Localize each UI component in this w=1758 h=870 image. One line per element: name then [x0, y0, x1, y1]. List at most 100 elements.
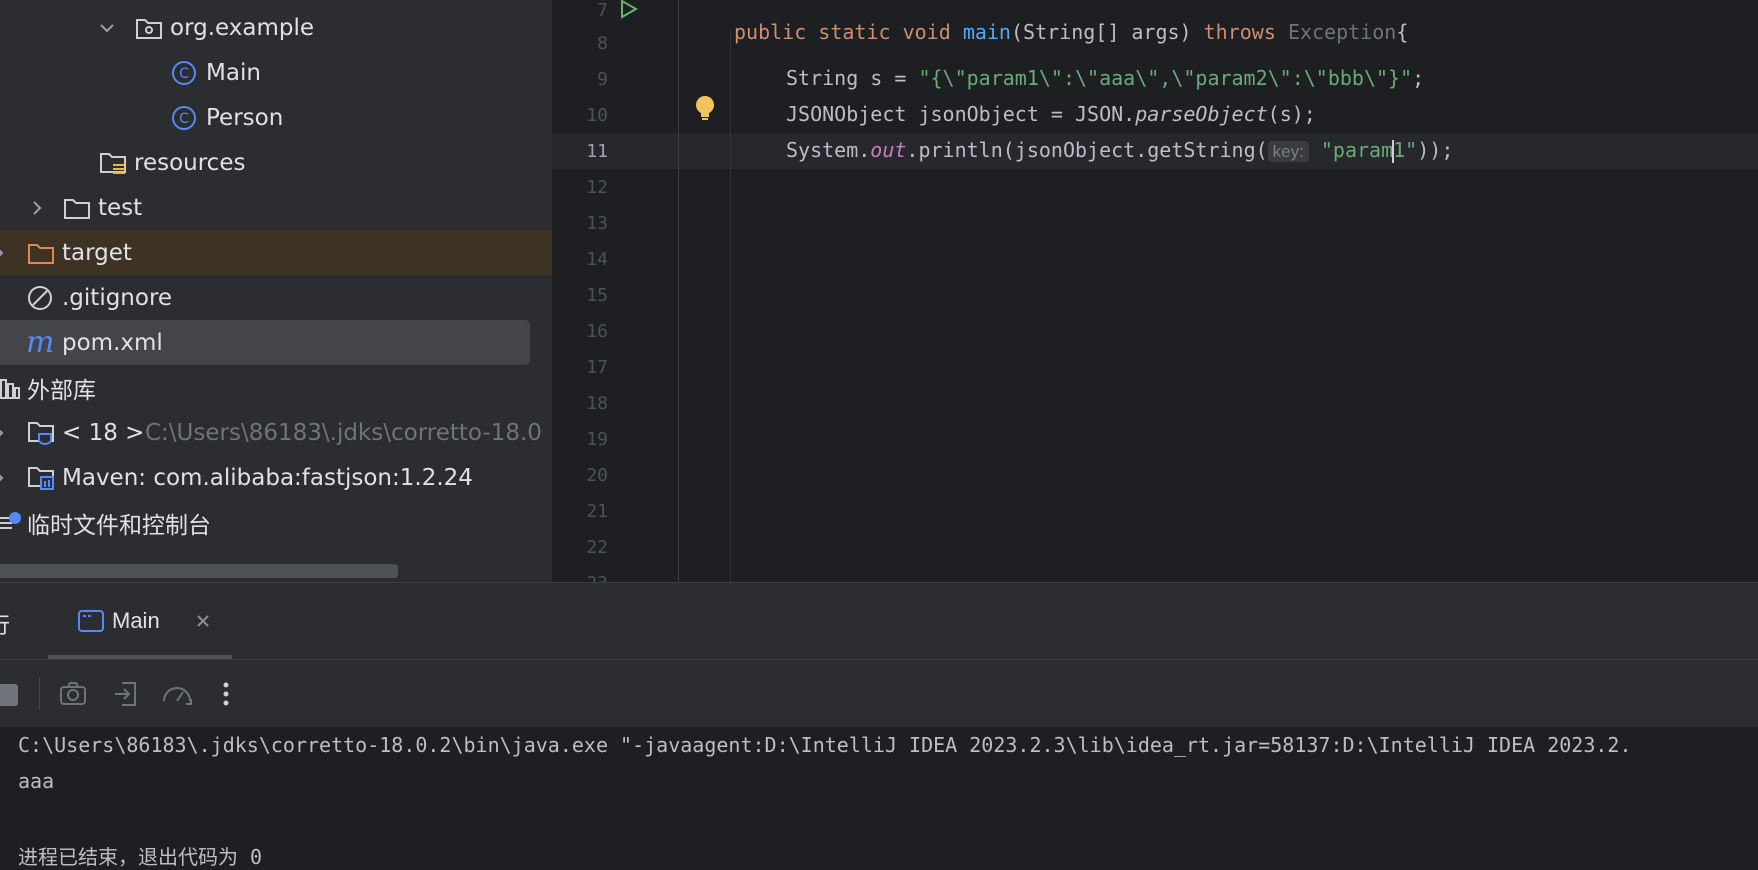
code-text: { — [1396, 20, 1409, 44]
jdk-icon — [27, 419, 57, 447]
profiler-icon[interactable] — [161, 680, 193, 712]
run-tool-window-header — [0, 583, 1758, 659]
keyword: void — [902, 20, 951, 44]
line-number: 18 — [586, 393, 608, 414]
code-text: .println(jsonObject.getString( — [906, 138, 1268, 162]
code-line-7: public static void main(String[] args) t… — [734, 0, 1408, 44]
code-text: System. — [786, 138, 871, 162]
console-line: 进程已结束，退出代码为 0 — [18, 845, 263, 869]
string-literal: "{\"param1\":\"aaa\",\"param2\":\"bbb\"}… — [918, 66, 1413, 90]
line-number: 23 — [552, 573, 608, 582]
line-number: 17 — [586, 357, 608, 378]
tree-item-gitignore[interactable]: .gitignore — [0, 275, 552, 320]
tree-item-target[interactable]: target — [0, 230, 552, 275]
package-icon — [135, 16, 163, 40]
code-text: String s = — [786, 66, 919, 90]
run-toolbar — [0, 659, 1758, 728]
tree-item-resources[interactable]: resources — [0, 140, 552, 185]
tree-item-label: 外部库 — [27, 377, 96, 404]
tree-item-label: .gitignore — [62, 284, 173, 311]
chevron-right-icon[interactable] — [0, 469, 8, 487]
line-number: 10 — [586, 105, 608, 126]
line-number: 14 — [586, 249, 608, 270]
tree-item-external-libraries[interactable]: 外部库 — [0, 365, 552, 410]
code-line-9: String s = "{\"param1\":\"aaa\",\"param2… — [786, 66, 1424, 90]
code-text: )); — [1417, 138, 1454, 162]
tree-item-label: Person — [206, 104, 284, 131]
horizontal-scrollbar[interactable] — [0, 564, 398, 578]
line-number: 8 — [597, 33, 608, 54]
keyword: static — [818, 20, 891, 44]
code-line-11: System.out.println(jsonObject.getString(… — [786, 138, 1453, 163]
line-number: 22 — [586, 537, 608, 558]
tree-item-scratches[interactable]: 临时文件和控制台 — [0, 500, 552, 545]
more-options-icon[interactable] — [221, 680, 231, 712]
maven-icon: m — [26, 324, 55, 360]
scratches-icon — [0, 511, 22, 535]
tree-item-label: test — [98, 194, 143, 221]
string-literal: 1" — [1393, 138, 1418, 162]
keyword: throws — [1203, 20, 1276, 44]
tab-label: Main — [112, 608, 160, 633]
login-icon[interactable] — [112, 680, 140, 712]
keyword: public — [734, 20, 807, 44]
line-number: 20 — [586, 465, 608, 486]
lightbulb-icon[interactable] — [694, 95, 716, 127]
tree-item-jdk[interactable]: < 18 > C:\Users\86183\.jdks\corretto-18.… — [0, 410, 552, 455]
excluded-folder-icon — [27, 241, 55, 265]
run-gutter-icon[interactable] — [617, 0, 639, 24]
tree-item-label: < 18 > — [62, 419, 145, 446]
class-icon: C — [171, 60, 197, 86]
tree-item-label: target — [62, 239, 132, 266]
folder-icon — [63, 196, 91, 220]
line-number: 16 — [586, 321, 608, 342]
parameter-hint: key: — [1267, 141, 1309, 162]
code-text: JSONObject jsonObject = JSON. — [786, 102, 1136, 126]
type-name: Exception — [1287, 20, 1397, 44]
tree-item-org-example[interactable]: org.example — [0, 5, 552, 50]
tree-item-label: 临时文件和控制台 — [27, 512, 211, 539]
line-number: 15 — [586, 285, 608, 306]
chevron-down-icon[interactable] — [98, 19, 116, 37]
toolbar-separator — [39, 678, 40, 710]
tab-main[interactable]: Main — [48, 583, 232, 659]
line-number: 12 — [586, 177, 608, 198]
tree-item-pom-xml[interactable]: m pom.xml — [0, 320, 530, 365]
library-icon — [0, 376, 20, 400]
indent-guide — [730, 30, 731, 582]
line-number: 9 — [597, 69, 608, 90]
method-name: main — [962, 20, 1011, 44]
tree-item-main[interactable]: C Main — [0, 50, 552, 95]
chevron-right-icon[interactable] — [28, 199, 46, 217]
code-text: ; — [1412, 66, 1425, 90]
method-call: parseObject — [1135, 102, 1268, 126]
run-config-icon — [78, 609, 104, 637]
tree-item-label: resources — [134, 149, 246, 176]
chevron-right-icon[interactable] — [0, 424, 8, 442]
tree-item-label: Maven: com.alibaba:fastjson:1.2.24 — [62, 464, 473, 491]
chevron-right-icon[interactable] — [0, 244, 8, 262]
svg-text:C: C — [179, 111, 189, 127]
line-number-current: 11 — [586, 141, 608, 162]
line-number: 21 — [586, 501, 608, 522]
ignore-icon — [27, 285, 53, 311]
gutter-separator — [678, 0, 679, 582]
tree-item-person[interactable]: C Person — [0, 95, 552, 140]
code-text: (s); — [1267, 102, 1316, 126]
tree-item-maven-fastjson[interactable]: Maven: com.alibaba:fastjson:1.2.24 — [0, 455, 552, 500]
static-field: out — [870, 138, 907, 162]
console-line: aaa — [18, 769, 55, 793]
svg-text:C: C — [179, 66, 189, 82]
tree-item-label: pom.xml — [62, 329, 163, 356]
class-icon: C — [171, 105, 197, 131]
tree-item-label: org.example — [170, 14, 315, 41]
stop-icon[interactable] — [0, 682, 20, 712]
tree-item-test[interactable]: test — [0, 185, 552, 230]
camera-icon[interactable] — [59, 680, 87, 712]
project-tool-window: org.example C Main C Person resources te… — [0, 0, 552, 582]
code-text: (String[] args) — [1010, 20, 1204, 44]
console-line: C:\Users\86183\.jdks\corretto-18.0.2\bin… — [18, 733, 1632, 757]
close-icon[interactable] — [194, 612, 212, 634]
run-panel-label: 行 — [0, 608, 10, 640]
console-output[interactable]: C:\Users\86183\.jdks\corretto-18.0.2\bin… — [0, 727, 1758, 869]
